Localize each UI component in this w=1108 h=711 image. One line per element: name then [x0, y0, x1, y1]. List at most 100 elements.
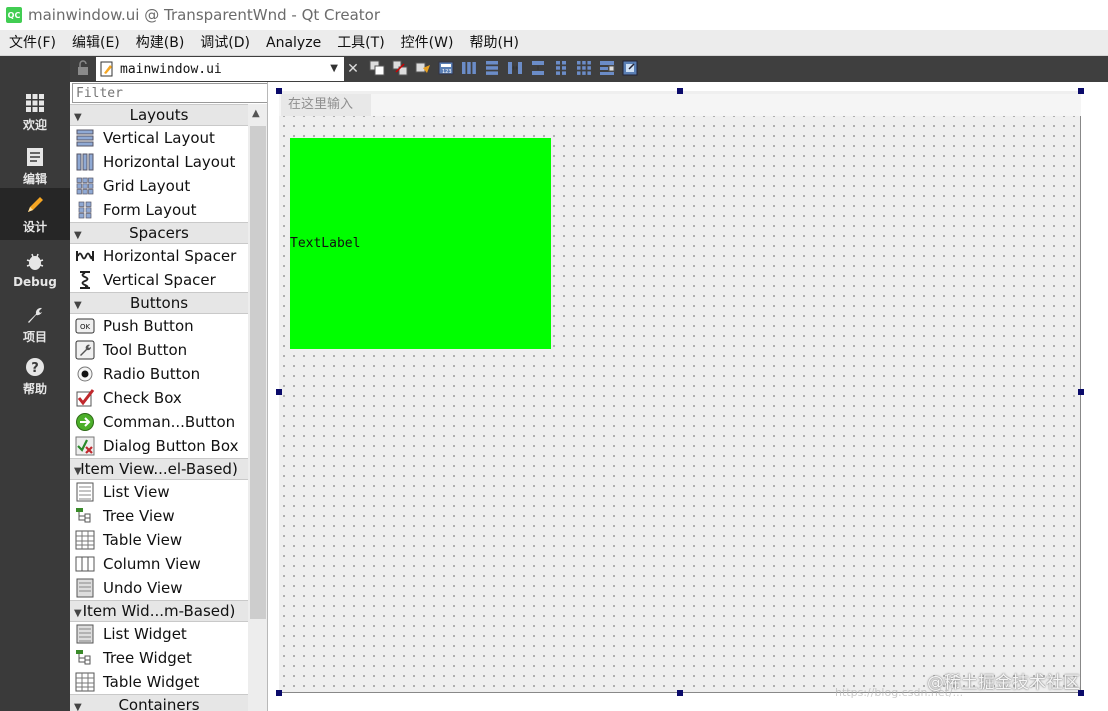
category-layouts[interactable]: ▼ Layouts	[70, 104, 248, 126]
open-documents-combo[interactable]: mainwindow.ui ▼	[96, 57, 344, 81]
widget-undo-view[interactable]: Undo View	[70, 576, 248, 600]
category-label: Containers	[118, 696, 200, 711]
lock-icon[interactable]	[76, 60, 92, 78]
resize-handle-right[interactable]	[1078, 389, 1084, 395]
mode-projects[interactable]: 项目	[0, 298, 70, 350]
text-label-text: TextLabel	[290, 236, 361, 251]
widget-label: Form Layout	[103, 201, 197, 219]
widget-vertical-layout[interactable]: Vertical Layout	[70, 126, 248, 150]
widget-label: Horizontal Layout	[103, 153, 236, 171]
edit-tab-order-icon[interactable]: 123	[438, 60, 454, 76]
file-edit-icon	[100, 61, 114, 77]
layout-v-splitter-icon[interactable]	[530, 60, 546, 76]
layout-vertical-icon[interactable]	[484, 60, 500, 76]
resize-handle-bottom[interactable]	[677, 690, 683, 696]
category-buttons[interactable]: ▼ Buttons	[70, 292, 248, 314]
widget-table-widget[interactable]: Table Widget	[70, 670, 248, 694]
tool-button-icon	[75, 340, 95, 360]
adjust-size-icon[interactable]	[622, 60, 638, 76]
horizontal-layout-icon	[75, 152, 95, 172]
break-layout-icon[interactable]	[599, 60, 615, 76]
table-widget-icon	[75, 672, 95, 692]
dialog-button-box-icon	[75, 436, 95, 456]
window-title: mainwindow.ui @ TransparentWnd - Qt Crea…	[28, 6, 381, 24]
chevron-down-icon: ▼	[74, 608, 82, 619]
scrollbar-thumb[interactable]	[250, 126, 266, 619]
layout-grid-icon[interactable]	[576, 60, 592, 76]
widget-tree-widget[interactable]: Tree Widget	[70, 646, 248, 670]
layout-form-icon[interactable]	[553, 60, 569, 76]
widget-column-view[interactable]: Column View	[70, 552, 248, 576]
widget-grid-layout[interactable]: Grid Layout	[70, 174, 248, 198]
widget-label: Tool Button	[103, 341, 188, 359]
widget-dialog-button-box[interactable]: Dialog Button Box	[70, 434, 248, 458]
category-containers[interactable]: ▼ Containers	[70, 694, 248, 711]
widget-label: Dialog Button Box	[103, 437, 239, 455]
menu-debug[interactable]: 调试(D)	[192, 30, 258, 56]
menu-analyze[interactable]: Analyze	[258, 30, 329, 56]
widget-tool-button[interactable]: Tool Button	[70, 338, 248, 362]
menu-help[interactable]: 帮助(H)	[461, 30, 526, 56]
category-label: Item View...el-Based)	[80, 460, 238, 478]
horizontal-spacer-icon	[75, 246, 95, 266]
menu-edit[interactable]: 编辑(E)	[64, 30, 128, 56]
widget-label: Tree View	[103, 507, 175, 525]
resize-handle-bottom-left[interactable]	[276, 690, 282, 696]
widget-horizontal-spacer[interactable]: Horizontal Spacer	[70, 244, 248, 268]
mode-welcome[interactable]: 欢迎	[0, 86, 70, 138]
mode-design-label: 设计	[22, 219, 47, 234]
menu-build[interactable]: 构建(B)	[128, 30, 193, 56]
category-label: Item Wid...m-Based)	[82, 602, 236, 620]
widget-vertical-spacer[interactable]: Vertical Spacer	[70, 268, 248, 292]
vertical-layout-icon	[75, 128, 95, 148]
menu-tools[interactable]: 工具(T)	[329, 30, 392, 56]
mode-projects-label: 项目	[22, 329, 47, 344]
chevron-up-icon[interactable]: ▲	[252, 108, 260, 119]
radio-button-icon	[75, 364, 95, 384]
widget-tree-view[interactable]: Tree View	[70, 504, 248, 528]
resize-handle-top-right[interactable]	[1078, 88, 1084, 94]
widget-list-view[interactable]: List View	[70, 480, 248, 504]
category-item-views[interactable]: ▼ Item View...el-Based)	[70, 458, 248, 480]
menu-widgets[interactable]: 控件(W)	[393, 30, 462, 56]
mode-edit[interactable]: 编辑	[0, 140, 70, 192]
undo-view-icon	[75, 578, 95, 598]
widget-horizontal-layout[interactable]: Horizontal Layout	[70, 150, 248, 174]
widget-table-view[interactable]: Table View	[70, 528, 248, 552]
layout-horizontal-icon[interactable]	[461, 60, 477, 76]
layout-h-splitter-icon[interactable]	[507, 60, 523, 76]
widget-label: Table Widget	[103, 673, 200, 691]
widget-push-button[interactable]: OK Push Button	[70, 314, 248, 338]
edit-buddies-icon[interactable]	[415, 60, 431, 76]
widget-box-scrollbar[interactable]: ▲	[248, 104, 267, 711]
tree-view-icon	[75, 506, 95, 526]
text-label-widget[interactable]: TextLabel	[290, 138, 551, 349]
mode-help[interactable]: ? 帮助	[0, 350, 70, 402]
chevron-down-icon: ▼	[74, 466, 82, 477]
form-menu-bar[interactable]	[279, 94, 1081, 116]
menu-file[interactable]: 文件(F)	[0, 30, 64, 56]
widget-command-link-button[interactable]: Comman...Button	[70, 410, 248, 434]
widget-label: Grid Layout	[103, 177, 191, 195]
chevron-down-icon: ▼	[74, 112, 82, 123]
grid-layout-icon	[75, 176, 95, 196]
widget-form-layout[interactable]: Form Layout	[70, 198, 248, 222]
category-spacers[interactable]: ▼ Spacers	[70, 222, 248, 244]
close-document-button[interactable]: ✕	[345, 57, 361, 81]
widget-filter-input[interactable]	[72, 83, 267, 103]
resize-handle-left[interactable]	[276, 389, 282, 395]
resize-handle-top[interactable]	[677, 88, 683, 94]
widget-check-box[interactable]: Check Box	[70, 386, 248, 410]
menu-type-here-placeholder[interactable]: 在这里输入	[281, 94, 371, 116]
mode-design[interactable]: 设计	[0, 188, 70, 240]
chevron-down-icon: ▼	[74, 300, 82, 311]
category-item-widgets[interactable]: ▼ Item Wid...m-Based)	[70, 600, 248, 622]
edit-signals-slots-icon[interactable]	[392, 60, 408, 76]
mode-debug[interactable]: Debug	[0, 244, 70, 296]
edit-widgets-icon[interactable]	[369, 60, 385, 76]
resize-handle-top-left[interactable]	[276, 88, 282, 94]
widget-radio-button[interactable]: Radio Button	[70, 362, 248, 386]
widget-list-widget[interactable]: List Widget	[70, 622, 248, 646]
check-box-icon	[75, 388, 95, 408]
bug-icon	[24, 251, 46, 273]
